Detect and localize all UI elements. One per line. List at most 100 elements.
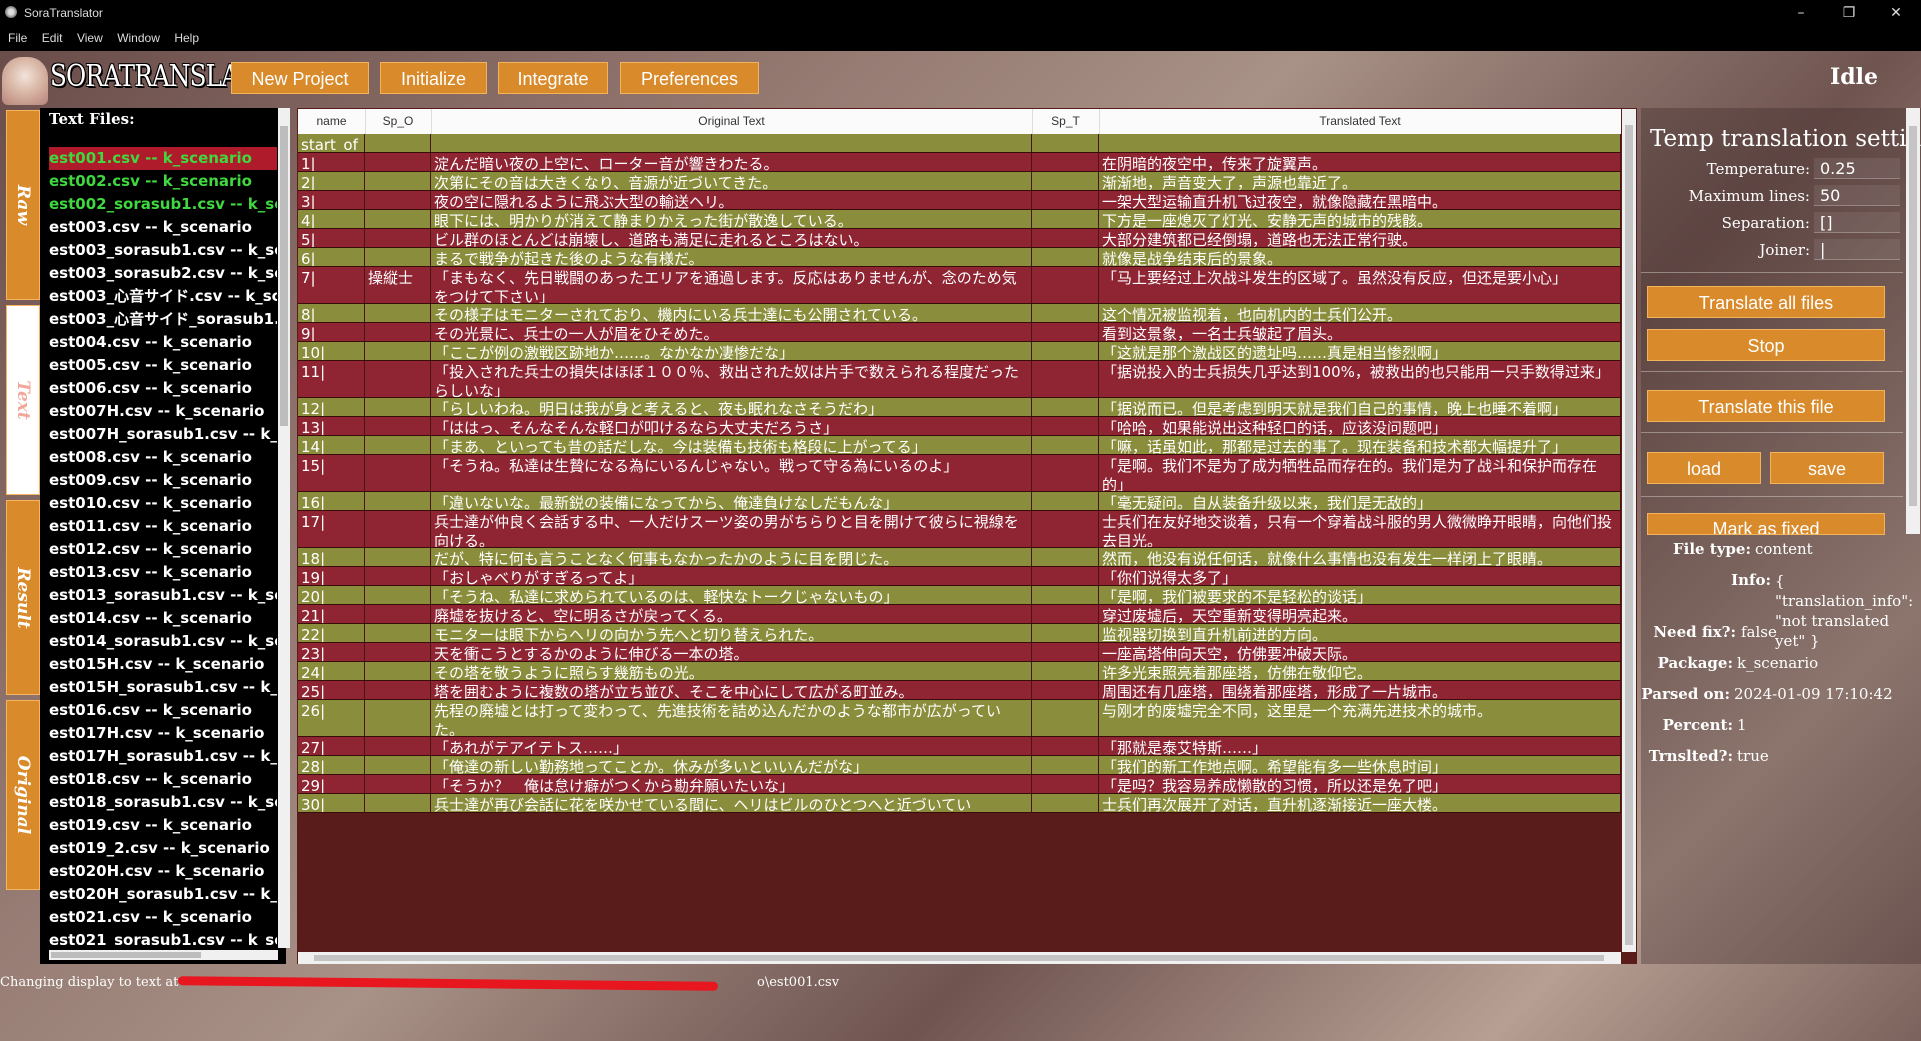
tab-result[interactable]: Result — [6, 500, 40, 695]
cell-name[interactable]: 3| — [298, 191, 365, 209]
cell-speaker-original[interactable]: 操縦士 — [365, 267, 431, 303]
cell-speaker-translated[interactable] — [1032, 586, 1099, 604]
integrate-button[interactable]: Integrate — [498, 62, 608, 94]
cell-name[interactable]: 18| — [298, 548, 365, 566]
table-row[interactable]: 10| 「ここが例の激戦区跡地か……。なかなか凄惨だな」 「这就是那个激战区的遗址吗… — [298, 342, 1621, 361]
col-sp-o[interactable]: Sp_O — [365, 109, 432, 134]
cell-original-text[interactable]: ビル群のほとんどは崩壊し、道路も満足に走れるところはない。 — [431, 229, 1032, 247]
cell-translated-text[interactable]: 在阴暗的夜空中，传来了旋翼声。 — [1099, 153, 1621, 171]
cell-speaker-translated[interactable] — [1032, 417, 1099, 435]
table-row[interactable]: 25| 塔を囲むように複数の塔が立ち並び、そこを中心にして広がる町並み。 周围还有几… — [298, 681, 1621, 700]
cell-speaker-translated[interactable] — [1032, 398, 1099, 416]
cell-speaker-original[interactable] — [365, 417, 431, 435]
table-row[interactable]: 23| 天を衝こうとするかのように伸びる一本の塔。 一座高塔伸向天空，仿佛要冲破天际… — [298, 643, 1621, 662]
cell-name[interactable]: 11| — [298, 361, 365, 397]
cell-name[interactable]: 6| — [298, 248, 365, 266]
cell-name[interactable]: 17| — [298, 511, 365, 547]
cell-name[interactable]: 5| — [298, 229, 365, 247]
cell-speaker-translated[interactable] — [1032, 643, 1099, 661]
file-list-item[interactable]: est001.csv -- k_scenario — [49, 147, 277, 170]
separation-value[interactable]: [] — [1820, 213, 1832, 232]
col-sp-t[interactable]: Sp_T — [1032, 109, 1100, 134]
cell-translated-text[interactable]: 周围还有几座塔，围绕着那座塔，形成了一片城市。 — [1099, 681, 1621, 699]
cell-original-text[interactable]: まるで戦争が起きた後のような有様だ。 — [431, 248, 1032, 266]
cell-speaker-original[interactable] — [365, 624, 431, 642]
cell-speaker-translated[interactable] — [1032, 681, 1099, 699]
cell-original-text[interactable]: 「おしゃべりがすぎるってよ」 — [431, 567, 1032, 585]
cell-original-text[interactable]: 「そうね、私達に求められているのは、軽快なトークじゃないもの」 — [431, 586, 1032, 604]
cell-speaker-original[interactable] — [365, 191, 431, 209]
table-row[interactable]: 8| その様子はモニターされており、機内にいる兵士達にも公開されている。 这个情况被… — [298, 304, 1621, 323]
cell-name[interactable]: 30| — [298, 794, 365, 812]
cell-translated-text[interactable]: 许多光束照亮着那座塔，仿佛在敬仰它。 — [1099, 662, 1621, 680]
cell-speaker-translated[interactable] — [1032, 323, 1099, 341]
cell-original-text[interactable]: 先程の廃墟とは打って変わって、先進技術を詰め込んだかのような都市が広がっていた。 — [431, 700, 1032, 736]
settings-scrollbar[interactable] — [1906, 108, 1920, 534]
cell-original-text[interactable]: 「ははっ、そんなそんな軽口が叩けるなら大丈夫だろうさ」 — [431, 417, 1032, 435]
table-row[interactable]: 16| 「違いないな。最新鋭の装備になってから、俺達負けなしだもんな」 「毫无疑问。… — [298, 492, 1621, 511]
menu-file[interactable]: File — [8, 26, 27, 51]
cell-speaker-original[interactable] — [365, 455, 431, 491]
stop-button[interactable]: Stop — [1647, 329, 1885, 361]
cell-name[interactable]: 13| — [298, 417, 365, 435]
tab-raw[interactable]: Raw — [6, 110, 40, 300]
minimize-button[interactable]: – — [1782, 2, 1820, 24]
cell-translated-text[interactable]: 一架大型运输直升机飞过夜空，就像隐藏在黑暗中。 — [1099, 191, 1621, 209]
table-row[interactable]: 3| 夜の空に隠れるように飛ぶ大型の輸送ヘリ。 一架大型运输直升机飞过夜空，就像隐藏… — [298, 191, 1621, 210]
file-list-item[interactable]: est011.csv -- k_scenario — [49, 515, 277, 538]
cell-translated-text[interactable]: 「哈哈，如果能说出这种轻口的话，应该没问题吧」 — [1099, 417, 1621, 435]
file-list-item[interactable]: est005.csv -- k_scenario — [49, 354, 277, 377]
cell-original-text[interactable]: 夜の空に隠れるように飛ぶ大型の輸送ヘリ。 — [431, 191, 1032, 209]
cell-name[interactable]: 12| — [298, 398, 365, 416]
cell-original-text[interactable]: その光景に、兵士の一人が眉をひそめた。 — [431, 323, 1032, 341]
cell-speaker-original[interactable] — [365, 643, 431, 661]
settings-scroll-thumb[interactable] — [1909, 126, 1917, 506]
table-row[interactable]: start_of — [298, 134, 1621, 153]
file-list-item[interactable]: est007H.csv -- k_scenario — [49, 400, 277, 423]
cell-speaker-translated[interactable] — [1032, 342, 1099, 360]
cell-speaker-original[interactable] — [365, 153, 431, 171]
cell-translated-text[interactable]: 「马上要经过上次战斗发生的区域了。虽然没有反应，但还是要小心」 — [1099, 267, 1621, 303]
table-row[interactable]: 5| ビル群のほとんどは崩壊し、道路も満足に走れるところはない。 大部分建筑都已经倒… — [298, 229, 1621, 248]
cell-translated-text[interactable]: 「你们说得太多了」 — [1099, 567, 1621, 585]
cell-original-text[interactable]: 「違いないな。最新鋭の装備になってから、俺達負けなしだもんな」 — [431, 492, 1032, 510]
table-vscroll-thumb[interactable] — [1625, 125, 1633, 945]
cell-speaker-original[interactable] — [365, 304, 431, 322]
cell-translated-text[interactable]: 「是啊。我们不是为了成为牺牲品而存在的。我们是为了战斗和保护而存在的」 — [1099, 455, 1621, 491]
menu-edit[interactable]: Edit — [42, 26, 63, 51]
cell-speaker-translated[interactable] — [1032, 210, 1099, 228]
cell-translated-text[interactable]: 「嘛，话虽如此，那都是过去的事了。现在装备和技术都大幅提升了」 — [1099, 436, 1621, 454]
table-row[interactable]: 19| 「おしゃべりがすぎるってよ」 「你们说得太多了」 — [298, 567, 1621, 586]
cell-name[interactable]: 4| — [298, 210, 365, 228]
cell-speaker-translated[interactable] — [1032, 248, 1099, 266]
cell-translated-text[interactable]: 士兵们再次展开了对话，直升机逐渐接近一座大楼。 — [1099, 794, 1621, 812]
file-list-item[interactable]: est017H_sorasub1.csv -- k_scenario — [49, 745, 277, 768]
table-row[interactable]: 22| モニターは眼下からヘリの向かう先へと切り替えられた。 监视器切换到直升机前进… — [298, 624, 1621, 643]
table-row[interactable]: 29| 「そうか？ 俺は怠け癖がつくから勘弁願いたいな」 「是吗？我容易养成懒散的习… — [298, 775, 1621, 794]
new-project-button[interactable]: New Project — [231, 62, 369, 94]
cell-name[interactable]: 29| — [298, 775, 365, 793]
max-lines-value[interactable]: 50 — [1820, 186, 1840, 205]
cell-original-text[interactable]: 兵士達が再び会話に花を咲かせている間に、ヘリはビルのひとつへと近づいてい — [431, 794, 1032, 812]
col-name[interactable]: name — [298, 109, 366, 134]
table-row[interactable]: 18| だが、特に何も言うことなく何事もなかったかのように目を閉じた。 然而，他没有… — [298, 548, 1621, 567]
cell-name[interactable]: 1| — [298, 153, 365, 171]
file-list-item[interactable]: est010.csv -- k_scenario — [49, 492, 277, 515]
file-list-item[interactable]: est018.csv -- k_scenario — [49, 768, 277, 791]
table-row[interactable]: 1| 淀んだ暗い夜の上空に、ローター音が響きわたる。 在阴暗的夜空中，传来了旋翼声。 — [298, 153, 1621, 172]
cell-speaker-original[interactable] — [365, 248, 431, 266]
cell-name[interactable]: 10| — [298, 342, 365, 360]
cell-speaker-original[interactable] — [365, 436, 431, 454]
cell-name[interactable]: start_of — [298, 134, 365, 152]
cell-speaker-translated[interactable] — [1032, 662, 1099, 680]
col-original-text[interactable]: Original Text — [431, 109, 1033, 134]
cell-speaker-translated[interactable] — [1032, 134, 1099, 152]
menu-help[interactable]: Help — [174, 26, 199, 51]
cell-original-text[interactable]: 兵士達が仲良く会話する中、一人だけスーツ姿の男がちらりと目を開けて彼らに視線を向… — [431, 511, 1032, 547]
cell-name[interactable]: 20| — [298, 586, 365, 604]
cell-speaker-translated[interactable] — [1032, 624, 1099, 642]
cell-name[interactable]: 7| — [298, 267, 365, 303]
cell-translated-text[interactable]: 就像是战争结束后的景象。 — [1099, 248, 1621, 266]
tab-original[interactable]: Original — [6, 700, 40, 890]
table-row[interactable]: 7| 操縦士 「まもなく、先日戦闘のあったエリアを通過します。反応はありませんが、念… — [298, 267, 1621, 304]
